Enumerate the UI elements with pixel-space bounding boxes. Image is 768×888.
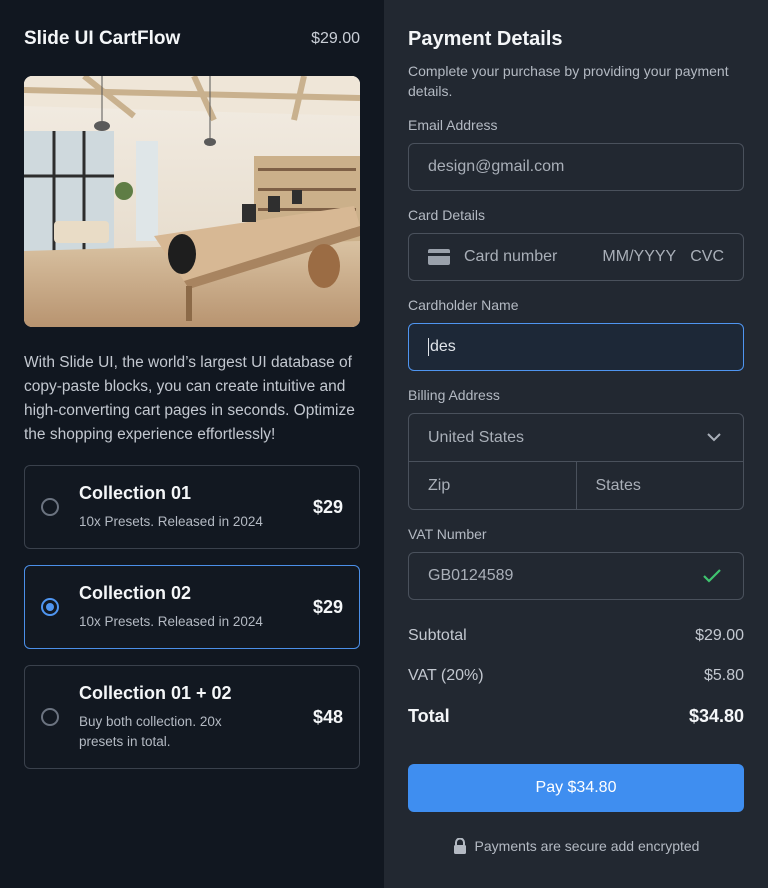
- option-price: $29: [312, 596, 343, 617]
- product-title: Slide UI CartFlow: [24, 28, 181, 49]
- option-name: Collection 01 + 02: [79, 682, 232, 703]
- radio-button[interactable]: [41, 708, 59, 726]
- product-price: $29.00: [311, 30, 360, 47]
- vat-value: GB0124589: [428, 567, 514, 584]
- email-field[interactable]: design@gmail.com: [408, 143, 744, 191]
- secure-note: Payments are secure add encrypted: [408, 838, 744, 854]
- option-text: Collection 01 + 02 Buy both collection. …: [79, 683, 313, 752]
- email-value: design@gmail.com: [428, 158, 565, 175]
- product-panel: Slide UI CartFlow $29.00 With Slide UI, …: [0, 0, 384, 888]
- vat-number-field[interactable]: GB0124589: [408, 552, 744, 600]
- card-cvc-input[interactable]: CVC: [690, 248, 724, 266]
- vat-label: VAT Number: [408, 526, 487, 542]
- cardholder-value: des: [430, 338, 456, 355]
- subtotal-row: Subtotal $29.00: [408, 626, 744, 646]
- lock-icon: [453, 838, 466, 854]
- option-collection-02[interactable]: Collection 02 10x Presets. Released in 2…: [24, 565, 360, 649]
- product-description: With Slide UI, the world’s largest UI da…: [24, 354, 355, 443]
- option-text: Collection 02 10x Presets. Released in 2…: [79, 583, 313, 632]
- option-subtitle: Buy both collection. 20x presets in tota…: [79, 713, 222, 749]
- option-price: $48: [312, 706, 343, 727]
- vat-summary-value: $5.80: [703, 667, 744, 684]
- option-subtitle: 10x Presets. Released in 2024: [79, 513, 263, 529]
- check-icon: [703, 569, 721, 583]
- collection-options: Collection 01 10x Presets. Released in 2…: [24, 465, 360, 769]
- text-caret: [428, 338, 429, 356]
- card-expiry-input[interactable]: MM/YYYY: [602, 248, 676, 266]
- state-input[interactable]: States: [577, 462, 744, 509]
- card-details-field[interactable]: Card number MM/YYYY CVC: [408, 233, 744, 281]
- country-select[interactable]: United States: [409, 414, 743, 462]
- payment-panel: Payment Details Complete your purchase b…: [384, 0, 768, 888]
- billing-address-group: United States Zip States: [408, 413, 744, 510]
- cardholder-name-field[interactable]: des: [408, 323, 744, 371]
- card-number-input[interactable]: Card number: [464, 248, 602, 266]
- option-name: Collection 02: [79, 582, 192, 603]
- billing-label: Billing Address: [408, 387, 500, 403]
- option-collection-bundle[interactable]: Collection 01 + 02 Buy both collection. …: [24, 665, 360, 769]
- vat-row: VAT (20%) $5.80: [408, 666, 744, 686]
- radio-button[interactable]: [41, 498, 59, 516]
- order-summary: Subtotal $29.00 VAT (20%) $5.80 Total $3…: [408, 626, 744, 726]
- option-name: Collection 01: [79, 482, 192, 503]
- credit-card-icon: [428, 249, 450, 265]
- radio-button-selected[interactable]: [41, 598, 59, 616]
- total-label: Total: [408, 705, 450, 726]
- vat-summary-label: VAT (20%): [408, 667, 484, 684]
- payment-title: Payment Details: [408, 28, 563, 50]
- total-value: $34.80: [688, 705, 744, 726]
- email-label: Email Address: [408, 117, 498, 133]
- product-image: [24, 76, 360, 327]
- product-header: Slide UI CartFlow $29.00: [24, 26, 360, 52]
- option-subtitle: 10x Presets. Released in 2024: [79, 613, 263, 629]
- office-illustration: [24, 76, 360, 327]
- subtotal-value: $29.00: [695, 627, 744, 644]
- pay-button[interactable]: Pay $34.80: [408, 764, 744, 812]
- option-text: Collection 01 10x Presets. Released in 2…: [79, 483, 313, 532]
- payment-subtitle: Complete your purchase by providing your…: [408, 63, 729, 99]
- cardholder-label: Cardholder Name: [408, 297, 519, 313]
- chevron-down-icon: [707, 433, 721, 442]
- zip-input[interactable]: Zip: [409, 462, 577, 509]
- card-label: Card Details: [408, 207, 486, 223]
- secure-text: Payments are secure add encrypted: [474, 838, 700, 854]
- option-collection-01[interactable]: Collection 01 10x Presets. Released in 2…: [24, 465, 360, 549]
- total-row: Total $34.80: [408, 706, 744, 726]
- country-value: United States: [428, 428, 525, 446]
- subtotal-label: Subtotal: [408, 627, 467, 644]
- option-price: $29: [312, 496, 343, 517]
